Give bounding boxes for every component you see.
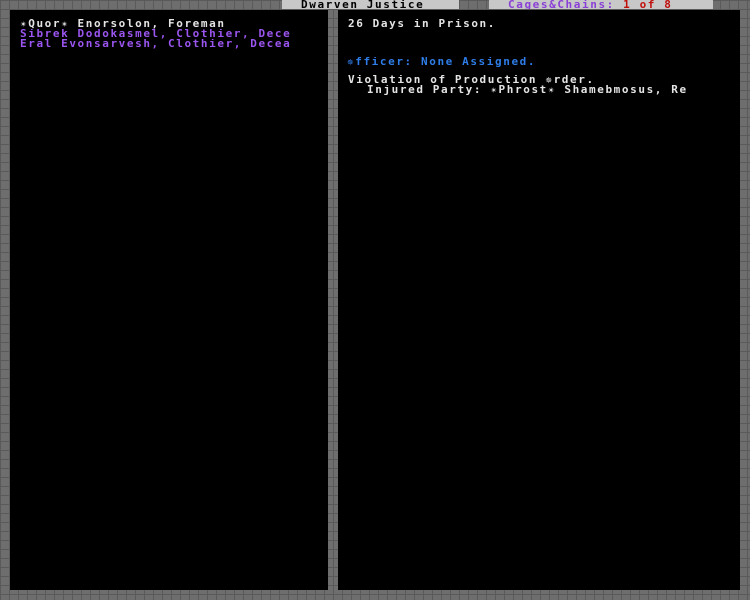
screen-title: Dwarven Justice bbox=[282, 0, 459, 9]
prisoner-list-panel: ✴Quor✴ Enorsolon, Foreman Sibrek Dodokas… bbox=[10, 10, 328, 590]
cages-chains-label: Cages&Chains: bbox=[508, 0, 615, 9]
prisoner-list-item-sibrek[interactable]: Sibrek Dodokasmel, Clothier, Dece bbox=[20, 29, 326, 39]
prisoner-list-item-eral[interactable]: Eral Evonsarvesh, Clothier, Decea bbox=[20, 39, 326, 49]
days-in-prison-text: 26 Days in Prison. bbox=[348, 19, 497, 29]
injured-party-text: Injured Party: ✴Phrost✴ Shamebmosus, Re bbox=[367, 85, 688, 95]
page-indicator: 1 of 8 bbox=[623, 0, 673, 9]
cages-chains-header: Cages&Chains: 1 of 8 bbox=[489, 0, 713, 9]
officer-assignment-text[interactable]: ✵fficer: None Assigned. bbox=[347, 57, 737, 67]
violation-text: Violation of Production ✵rder. bbox=[348, 75, 595, 85]
screen-title-text: Dwarven Justice bbox=[301, 0, 425, 9]
prisoner-list-item-quor[interactable]: ✴Quor✴ Enorsolon, Foreman bbox=[20, 19, 326, 29]
prisoner-detail-panel: 26 Days in Prison. ✵fficer: None Assigne… bbox=[338, 10, 740, 590]
